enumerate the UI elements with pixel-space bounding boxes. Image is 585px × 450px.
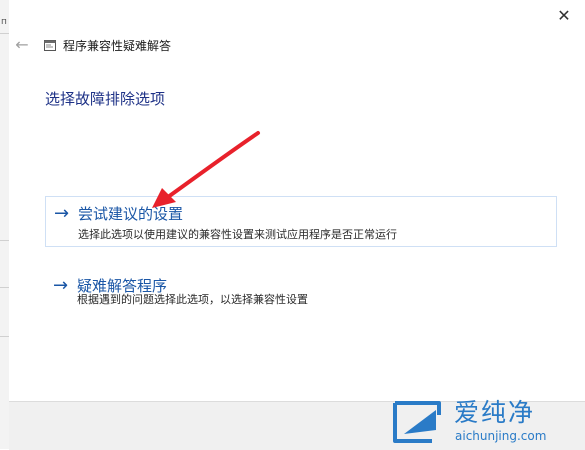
troubleshooter-app-icon xyxy=(44,40,56,51)
page-heading: 选择故障排除选项 xyxy=(45,90,166,108)
option-description: 选择此选项以使用建议的兼容性设置来测试应用程序是否正常运行 xyxy=(78,228,397,241)
option-description: 根据遇到的问题选择此选项，以选择兼容性设置 xyxy=(77,293,308,306)
close-icon[interactable]: ✕ xyxy=(554,6,574,26)
troubleshooter-window: ✕ ← 程序兼容性疑难解答 选择故障排除选项 → 尝试建议的设置 选择此选项以使… xyxy=(9,0,585,450)
background-divider xyxy=(0,336,9,337)
watermark-logo-icon xyxy=(393,401,441,443)
window-title: 程序兼容性疑难解答 xyxy=(63,39,172,53)
watermark: 爱纯净 aichunjing.com xyxy=(392,398,582,446)
background-divider xyxy=(0,240,9,241)
back-arrow-icon[interactable]: ← xyxy=(13,36,31,54)
arrow-right-icon: → xyxy=(53,275,69,296)
option-title: 尝试建议的设置 xyxy=(78,205,184,223)
background-divider xyxy=(0,287,9,288)
background-window-text: п xyxy=(1,17,7,27)
watermark-url: aichunjing.com xyxy=(455,429,547,443)
option-try-recommended-settings[interactable]: → 尝试建议的设置 选择此选项以使用建议的兼容性设置来测试应用程序是否正常运行 xyxy=(45,196,557,247)
option-troubleshoot-program[interactable]: → 疑难解答程序 根据遇到的问题选择此选项，以选择兼容性设置 xyxy=(45,269,557,315)
background-divider xyxy=(0,33,9,34)
watermark-brand: 爱纯净 xyxy=(454,398,536,427)
arrow-right-icon: → xyxy=(54,203,70,224)
